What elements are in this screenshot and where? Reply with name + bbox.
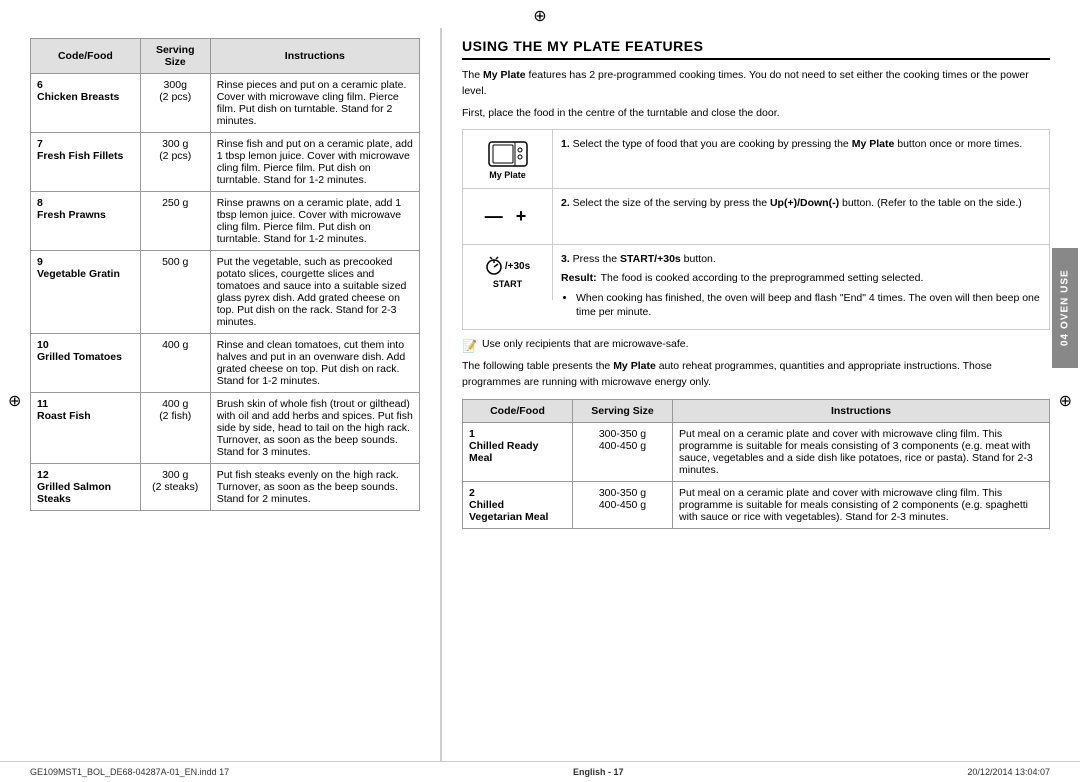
left-table-row: 11Roast Fish400 g(2 fish)Brush skin of w… — [31, 393, 420, 464]
left-table-instruction-cell: Rinse and clean tomatoes, cut them into … — [210, 334, 419, 393]
steps-container: My Plate 1. Select the type of food that… — [462, 129, 1050, 330]
plus30s-label: /+30s — [505, 261, 530, 272]
side-tab-label: OVEN USE — [1060, 270, 1071, 330]
footer-left: GE109MST1_BOL_DE68-04287A-01_EN.indd 17 — [30, 767, 229, 777]
step-1-row: My Plate 1. Select the type of food that… — [463, 130, 1049, 189]
right-column: USING THE MY PLATE FEATURES The My Plate… — [462, 28, 1050, 761]
left-column: Code/Food ServingSize Instructions 6Chic… — [30, 28, 420, 761]
step-3-icon-cell: /+30s START — [463, 245, 553, 300]
left-table-row: 10Grilled Tomatoes400 gRinse and clean t… — [31, 334, 420, 393]
main-content: Code/Food ServingSize Instructions 6Chic… — [0, 28, 1080, 761]
note-row: 📝 Use only recipients that are microwave… — [462, 338, 1050, 353]
left-table-serving-cell: 500 g — [140, 251, 210, 334]
step-3-row: /+30s START 3. Press the START/+30s butt… — [463, 245, 1049, 329]
step-1-text: 1. Select the type of food that you are … — [553, 130, 1049, 160]
left-table-code-cell: 7Fresh Fish Fillets — [31, 133, 141, 192]
step-3-bullets: When cooking has finished, the oven will… — [561, 291, 1041, 320]
step-2-row: — + 2. Select the size of the serving by… — [463, 189, 1049, 245]
left-table-code-cell: 11Roast Fish — [31, 393, 141, 464]
following-text: The following table presents the My Plat… — [462, 359, 1050, 391]
side-tab-number: 04 — [1060, 333, 1071, 346]
left-table-row: 6Chicken Breasts300g(2 pcs)Rinse pieces … — [31, 74, 420, 133]
left-table-instruction-cell: Rinse fish and put on a ceramic plate, a… — [210, 133, 419, 192]
start-icon-group: /+30s — [485, 256, 530, 276]
right-table-instruction-cell: Put meal on a ceramic plate and cover wi… — [673, 422, 1050, 481]
right-table: Code/Food Serving Size Instructions 1Chi… — [462, 399, 1050, 529]
my-plate-icon — [487, 138, 529, 170]
left-table-row: 9Vegetable Gratin500 gPut the vegetable,… — [31, 251, 420, 334]
left-table-row: 7Fresh Fish Fillets300 g(2 pcs)Rinse fis… — [31, 133, 420, 192]
up-down-icon: — + — [485, 206, 531, 227]
right-table-header-serving: Serving Size — [573, 399, 673, 422]
left-table-code-cell: 6Chicken Breasts — [31, 74, 141, 133]
left-table-row: 8Fresh Prawns250 gRinse prawns on a cera… — [31, 192, 420, 251]
right-table-code-cell: 1Chilled ReadyMeal — [463, 422, 573, 481]
left-table: Code/Food ServingSize Instructions 6Chic… — [30, 38, 420, 511]
left-table-instruction-cell: Brush skin of whole fish (trout or gilth… — [210, 393, 419, 464]
section-title: USING THE MY PLATE FEATURES — [462, 38, 1050, 60]
step-3-bullet-1: When cooking has finished, the oven will… — [576, 291, 1041, 320]
left-table-header-code: Code/Food — [31, 39, 141, 74]
intro-line2: First, place the food in the centre of t… — [462, 106, 1050, 122]
left-table-code-cell: 8Fresh Prawns — [31, 192, 141, 251]
result-text: The food is cooked according to the prep… — [601, 271, 924, 287]
step-2-icon-cell: — + — [463, 189, 553, 244]
footer-center: English - 17 — [573, 767, 624, 777]
side-tab: 04 OVEN USE — [1052, 248, 1078, 368]
right-table-row: 1Chilled ReadyMeal300-350 g400-450 gPut … — [463, 422, 1050, 481]
left-table-header-instructions: Instructions — [210, 39, 419, 74]
right-table-header-code: Code/Food — [463, 399, 573, 422]
left-table-instruction-cell: Put fish steaks evenly on the high rack.… — [210, 464, 419, 511]
page: ⊕ Code/Food ServingSize Instructions 6Ch… — [0, 0, 1080, 782]
right-table-code-cell: 2ChilledVegetarian Meal — [463, 481, 573, 528]
left-table-row: 12Grilled SalmonSteaks300 g(2 steaks)Put… — [31, 464, 420, 511]
left-table-serving-cell: 300 g(2 steaks) — [140, 464, 210, 511]
left-table-header-serving: ServingSize — [140, 39, 210, 74]
left-table-serving-cell: 400 g(2 fish) — [140, 393, 210, 464]
left-table-instruction-cell: Put the vegetable, such as precooked pot… — [210, 251, 419, 334]
top-compass-icon: ⊕ — [0, 0, 1080, 28]
left-compass-icon: ⊕ — [8, 391, 21, 411]
right-table-row: 2ChilledVegetarian Meal300-350 g400-450 … — [463, 481, 1050, 528]
left-table-instruction-cell: Rinse pieces and put on a ceramic plate.… — [210, 74, 419, 133]
right-compass-icon: ⊕ — [1059, 391, 1072, 411]
result-label: Result: — [561, 271, 597, 287]
left-table-serving-cell: 300 g(2 pcs) — [140, 133, 210, 192]
intro-line1: The My Plate features has 2 pre-programm… — [462, 68, 1050, 100]
footer: GE109MST1_BOL_DE68-04287A-01_EN.indd 17 … — [0, 761, 1080, 782]
left-table-code-cell: 9Vegetable Gratin — [31, 251, 141, 334]
left-table-serving-cell: 400 g — [140, 334, 210, 393]
left-table-serving-cell: 250 g — [140, 192, 210, 251]
left-table-code-cell: 12Grilled SalmonSteaks — [31, 464, 141, 511]
step-1-icon-cell: My Plate — [463, 130, 553, 188]
right-table-instruction-cell: Put meal on a ceramic plate and cover wi… — [673, 481, 1050, 528]
step-3-text: 3. Press the START/+30s button. Result: … — [553, 245, 1049, 329]
footer-right: 20/12/2014 13:04:07 — [967, 767, 1050, 777]
timer-icon — [485, 256, 503, 276]
note-text: Use only recipients that are microwave-s… — [482, 338, 689, 350]
right-table-header-instructions: Instructions — [673, 399, 1050, 422]
column-divider — [440, 28, 442, 761]
left-table-code-cell: 10Grilled Tomatoes — [31, 334, 141, 393]
right-table-serving-cell: 300-350 g400-450 g — [573, 481, 673, 528]
step-2-text: 2. Select the size of the serving by pre… — [553, 189, 1049, 219]
right-table-serving-cell: 300-350 g400-450 g — [573, 422, 673, 481]
start-label: START — [493, 279, 522, 289]
left-table-serving-cell: 300g(2 pcs) — [140, 74, 210, 133]
left-table-instruction-cell: Rinse prawns on a ceramic plate, add 1 t… — [210, 192, 419, 251]
note-icon: 📝 — [462, 339, 477, 353]
my-plate-label: My Plate — [489, 170, 526, 180]
